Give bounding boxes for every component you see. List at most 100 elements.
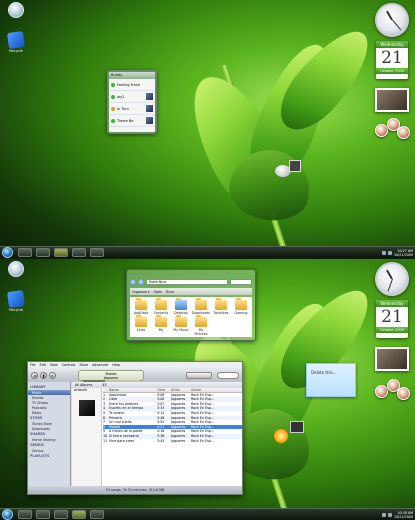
now-playing-display: Mabéo Jaguares (78, 369, 144, 382)
itunes-window[interactable]: File Edit View Controls Store Advanced H… (27, 361, 243, 495)
table-row[interactable]: 11 Vine para creer 3:45 Jaguares Rock En Esp… (103, 439, 242, 444)
calendar-day: 21 (381, 48, 403, 68)
calendar-weekday: Wednesday (376, 41, 408, 48)
sticky-note-gadget[interactable]: Delete this... (306, 363, 356, 397)
tray-date: 10/21/2009 (393, 515, 413, 519)
taskbar-app-button[interactable] (72, 248, 86, 257)
organize-button[interactable]: Organize ▾ (132, 290, 149, 294)
recycle-bin-desktop-icon[interactable]: Recycle (3, 30, 29, 53)
clock-gadget[interactable] (375, 3, 409, 37)
menu-controls[interactable]: Controls (62, 363, 76, 367)
taskbar-itunes-button[interactable] (72, 510, 86, 519)
slideshow-gadget[interactable] (375, 347, 409, 371)
slideshow-gadget[interactable] (375, 88, 409, 112)
folder-item[interactable]: Links (132, 315, 150, 336)
messenger-title: Buddy (109, 72, 155, 79)
taskbar-ie-button[interactable] (18, 248, 32, 257)
desktop-top: Recycle Buddy Feeling Fresh Jay2 In Turn… (0, 0, 415, 258)
taskbar-explorer-button[interactable] (36, 248, 50, 257)
pause-button[interactable]: ▮ (40, 371, 47, 379)
contacts-gadget[interactable] (375, 379, 411, 401)
volume-icon[interactable] (387, 513, 392, 517)
network-icon[interactable] (381, 251, 386, 255)
away-status-icon (111, 106, 115, 111)
contact-row[interactable]: In Turn (109, 103, 155, 115)
folder-label: Favorites (213, 311, 229, 315)
album-count: 45 (102, 383, 107, 387)
volume-icon[interactable] (387, 251, 392, 255)
folder-item[interactable]: AppData (132, 298, 150, 315)
menu-view[interactable]: View (50, 363, 58, 367)
forward-icon[interactable] (138, 279, 144, 285)
taskbar-app-button[interactable] (90, 510, 104, 519)
contact-avatar (146, 105, 153, 112)
folder-icon (174, 298, 187, 310)
desktop-bottom: Recycle Pablo Nico Organize ▾ Open Burn … (0, 259, 415, 520)
artwork-column: Artwork (72, 388, 102, 486)
network-icon[interactable] (381, 513, 386, 517)
recycle-bin-desktop-icon[interactable]: Recycle (3, 289, 29, 312)
taskbar-app-button[interactable] (90, 248, 104, 257)
messenger-gadget[interactable]: Buddy Feeling Fresh Jay2 In Turn Timee B… (107, 70, 157, 134)
contact-row[interactable]: Timee Be (109, 115, 155, 127)
contact-row[interactable]: Feeling Fresh (109, 79, 155, 91)
itunes-sidebar: LIBRARY Music Movies TV Shows Podcasts R… (28, 382, 71, 486)
taskbar-explorer-button[interactable] (36, 510, 50, 519)
recycle-bin-icon (6, 289, 26, 309)
menu-file[interactable]: File (30, 363, 36, 367)
address-path[interactable]: Pablo Nico (146, 279, 228, 285)
clock-gadget[interactable] (375, 262, 409, 296)
taskbar: 10:27 AM 10/21/2009 (0, 246, 415, 258)
folder-item[interactable]: Contacts (152, 298, 170, 315)
tray-clock[interactable]: 10:38 AM 10/21/2009 (394, 511, 413, 519)
folder-item[interactable]: My Pictures (192, 315, 210, 336)
folder-item[interactable]: Favorites (212, 298, 230, 315)
back-icon[interactable] (130, 279, 136, 285)
open-button[interactable]: Open (153, 290, 162, 294)
mini-gadget[interactable] (275, 160, 301, 178)
explorer-window[interactable]: Pablo Nico Organize ▾ Open Burn AppData … (126, 269, 256, 341)
menu-store[interactable]: Store (79, 363, 88, 367)
folder-label: My Pictures (194, 328, 208, 336)
folder-item[interactable]: My Music (172, 315, 190, 336)
calendar-gadget[interactable]: Wednesday 21 October 2009 (376, 300, 408, 338)
computer-desktop-icon[interactable] (3, 2, 29, 19)
itunes-toolbar: ◂ ▮ ▸ Mabéo Jaguares (28, 368, 242, 382)
folder-item[interactable]: Gaming (232, 298, 250, 315)
taskbar-mediaplayer-button[interactable] (54, 248, 68, 257)
contact-row[interactable]: Jay2 (109, 91, 155, 103)
search-input[interactable] (217, 371, 239, 379)
menu-edit[interactable]: Edit (40, 363, 46, 367)
contacts-gadget[interactable] (375, 118, 411, 140)
desktop-icon-label: Recycle (9, 49, 23, 53)
view-buttons[interactable] (186, 371, 212, 379)
contact-name: Timee Be (117, 118, 134, 123)
previous-button[interactable]: ◂ (31, 371, 38, 379)
breadcrumb-all-albums[interactable]: All Albums (75, 383, 92, 387)
folder-label: Links (136, 328, 146, 332)
taskbar-ie-button[interactable] (18, 510, 32, 519)
contact-avatar (146, 93, 153, 100)
calendar-gadget[interactable]: Wednesday 21 October 2009 (376, 41, 408, 79)
sun-icon (274, 429, 288, 443)
menu-advanced[interactable]: Advanced (92, 363, 108, 367)
folder-icon (215, 298, 228, 310)
computer-desktop-icon[interactable] (3, 261, 29, 278)
folder-icon (174, 315, 187, 327)
burn-button[interactable]: Burn (166, 290, 174, 294)
weather-gadget[interactable] (272, 421, 306, 447)
folder-item[interactable]: My (152, 315, 170, 336)
search-input[interactable] (230, 279, 252, 285)
system-tray: 10:27 AM 10/21/2009 (381, 248, 413, 258)
tray-clock[interactable]: 10:27 AM 10/21/2009 (394, 249, 413, 257)
album-cover[interactable] (78, 400, 95, 416)
next-button[interactable]: ▸ (49, 371, 56, 379)
folder-icon (194, 298, 207, 310)
folder-item[interactable]: Downloads (192, 298, 210, 315)
folder-item[interactable]: Desktop (172, 298, 190, 315)
taskbar-mediaplayer-button[interactable] (54, 510, 68, 519)
start-button[interactable] (2, 509, 13, 520)
menu-help[interactable]: Help (112, 363, 120, 367)
start-button[interactable] (2, 247, 13, 258)
recycle-bin-icon (6, 30, 26, 50)
